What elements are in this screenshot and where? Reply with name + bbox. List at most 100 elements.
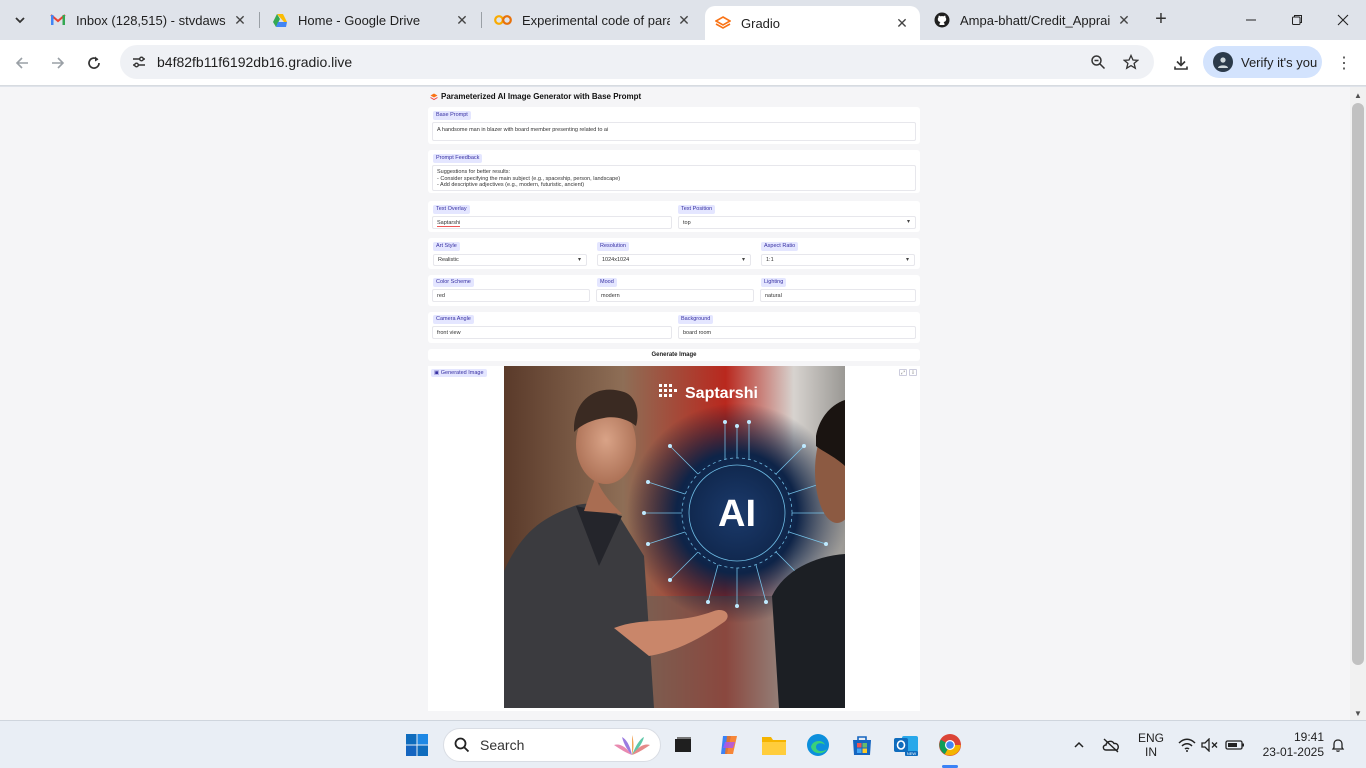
close-window-button[interactable] <box>1320 0 1366 40</box>
time-text: 19:41 <box>1293 730 1324 744</box>
tab-label: Ampa-bhatt/Credit_Appraisa <box>960 12 1110 28</box>
fullscreen-icon[interactable]: ⤢ <box>899 369 907 376</box>
show-hidden-icons-button[interactable] <box>1069 735 1089 755</box>
tab-label: Gradio <box>741 15 781 31</box>
base-prompt-textarea[interactable]: A handsome man in blazer with board memb… <box>432 122 916 141</box>
file-explorer-button[interactable] <box>758 729 790 761</box>
chrome-button[interactable] <box>934 729 966 761</box>
close-tab-icon[interactable]: ✕ <box>676 12 692 28</box>
onedrive-status-icon[interactable] <box>1101 735 1121 755</box>
close-tab-icon[interactable]: ✕ <box>894 15 910 31</box>
edge-button[interactable] <box>802 729 834 761</box>
more-menu-icon[interactable]: ⋮ <box>1334 52 1354 74</box>
volume-muted-icon[interactable] <box>1200 735 1220 755</box>
scroll-thumb[interactable] <box>1352 103 1364 665</box>
camera-angle-label: Camera Angle <box>433 315 474 324</box>
profile-verify-button[interactable]: Verify it's you <box>1203 46 1322 78</box>
generate-image-button[interactable]: Generate Image <box>428 349 920 361</box>
restore-button[interactable] <box>1274 0 1320 40</box>
scroll-up-arrow-icon[interactable]: ▲ <box>1354 91 1362 100</box>
scroll-down-arrow-icon[interactable]: ▼ <box>1354 709 1362 718</box>
store-button[interactable] <box>846 729 878 761</box>
generated-image: AI Saptarshi <box>504 366 845 708</box>
outlook-icon: NEW <box>894 736 918 756</box>
outlook-button[interactable]: NEW <box>890 729 922 761</box>
download-icon[interactable]: ⇩ <box>909 369 917 376</box>
prompt-feedback-textarea[interactable]: Suggestions for better results: - Consid… <box>432 165 916 191</box>
restore-icon <box>1292 15 1302 25</box>
task-view-button[interactable] <box>667 729 699 761</box>
page-viewport: Parameterized AI Image Generator with Ba… <box>0 87 1350 720</box>
aspect-ratio-dropdown[interactable]: 1:1 ▾ <box>761 254 915 266</box>
battery-icon[interactable] <box>1225 735 1245 755</box>
lighting-input[interactable]: natural <box>760 289 916 302</box>
tab-github[interactable]: Ampa-bhatt/Credit_Appraisa ✕ <box>924 6 1142 34</box>
page-scrollbar[interactable]: ▲ ▼ <box>1350 87 1366 720</box>
text-position-dropdown[interactable]: top ▾ <box>678 216 916 229</box>
mood-input[interactable]: modern <box>596 289 754 302</box>
tab-label: Inbox (128,515) - stvdawson <box>76 12 226 28</box>
notification-bell-icon[interactable] <box>1328 735 1348 755</box>
camera-row-block: Camera Angle front view Background board… <box>428 312 920 343</box>
text-position-label: Text Position <box>678 205 716 214</box>
verify-label: Verify it's you <box>1241 54 1318 70</box>
taskbar-search[interactable]: Search <box>443 728 661 762</box>
dropdown-arrow-icon: ▾ <box>577 257 581 263</box>
text-overlay-label: Text Overlay <box>433 205 470 214</box>
back-button[interactable] <box>7 48 37 78</box>
resolution-dropdown[interactable]: 1024x1024 ▾ <box>597 254 751 266</box>
resolution-label: Resolution <box>597 242 629 251</box>
github-icon <box>934 12 950 28</box>
profile-avatar-icon <box>1218 57 1228 68</box>
bookmark-star-icon[interactable] <box>1121 52 1141 72</box>
language-indicator[interactable]: ENG IN <box>1138 731 1164 759</box>
tab-colab[interactable]: Experimental code of param ✕ <box>484 6 702 34</box>
microsoft-store-icon <box>853 736 871 755</box>
tab-gradio[interactable]: Gradio ✕ <box>705 6 920 40</box>
minimize-button[interactable] <box>1228 0 1274 40</box>
browser-toolbar: b4f82fb11f6192db16.gradio.live Verify it… <box>0 40 1366 86</box>
chevron-down-icon <box>15 17 25 24</box>
gradio-icon <box>715 16 731 29</box>
new-tab-button[interactable]: + <box>1150 8 1172 30</box>
resolution-value: 1024x1024 <box>602 257 630 263</box>
task-view-icon <box>675 737 691 752</box>
zoom-icon[interactable] <box>1088 52 1108 72</box>
chevron-up-icon <box>1074 741 1084 748</box>
close-tab-icon[interactable]: ✕ <box>232 12 248 28</box>
camera-angle-input[interactable]: front view <box>432 326 672 339</box>
copilot-button[interactable] <box>713 729 745 761</box>
generated-image-block: ▣ Generated Image ⤢ ⇩ AI Saptarshi <box>428 366 920 711</box>
color-scheme-input[interactable]: red <box>432 289 590 302</box>
forward-button[interactable] <box>43 48 73 78</box>
close-icon <box>1337 14 1349 26</box>
colab-icon <box>494 15 512 25</box>
download-icon <box>1174 56 1188 70</box>
google-drive-icon <box>273 14 287 27</box>
date-text: 23-01-2025 <box>1262 745 1324 759</box>
background-input[interactable]: board room <box>678 326 916 339</box>
clock[interactable]: 19:41 23-01-2025 <box>1258 730 1324 760</box>
image-toolbar: ⤢ ⇩ <box>899 369 917 376</box>
address-bar[interactable]: b4f82fb11f6192db16.gradio.live <box>120 45 1154 79</box>
site-settings-icon[interactable] <box>128 51 150 73</box>
reload-icon <box>88 56 100 69</box>
copilot-icon <box>721 736 737 754</box>
wifi-icon[interactable] <box>1177 735 1197 755</box>
reload-button[interactable] <box>79 48 109 78</box>
windows-logo-icon <box>406 734 428 756</box>
tab-google-drive[interactable]: Home - Google Drive ✕ <box>262 6 480 34</box>
downloads-button[interactable] <box>1166 48 1196 78</box>
app-title: Parameterized AI Image Generator with Ba… <box>430 92 641 101</box>
start-button[interactable] <box>401 729 433 761</box>
background-value: board room <box>683 330 712 336</box>
tab-search-button[interactable] <box>6 6 34 34</box>
text-overlay-input[interactable]: Saptarshi <box>432 216 672 229</box>
minimize-icon <box>1246 19 1256 21</box>
arrow-right-icon <box>52 57 65 69</box>
windows-taskbar: Search NEW ENG IN 19:41 23-01-2025 <box>0 720 1366 768</box>
art-style-dropdown[interactable]: Realistic ▾ <box>433 254 587 266</box>
tab-gmail[interactable]: Inbox (128,515) - stvdawson ✕ <box>40 6 258 34</box>
close-tab-icon[interactable]: ✕ <box>1116 12 1132 28</box>
close-tab-icon[interactable]: ✕ <box>454 12 470 28</box>
